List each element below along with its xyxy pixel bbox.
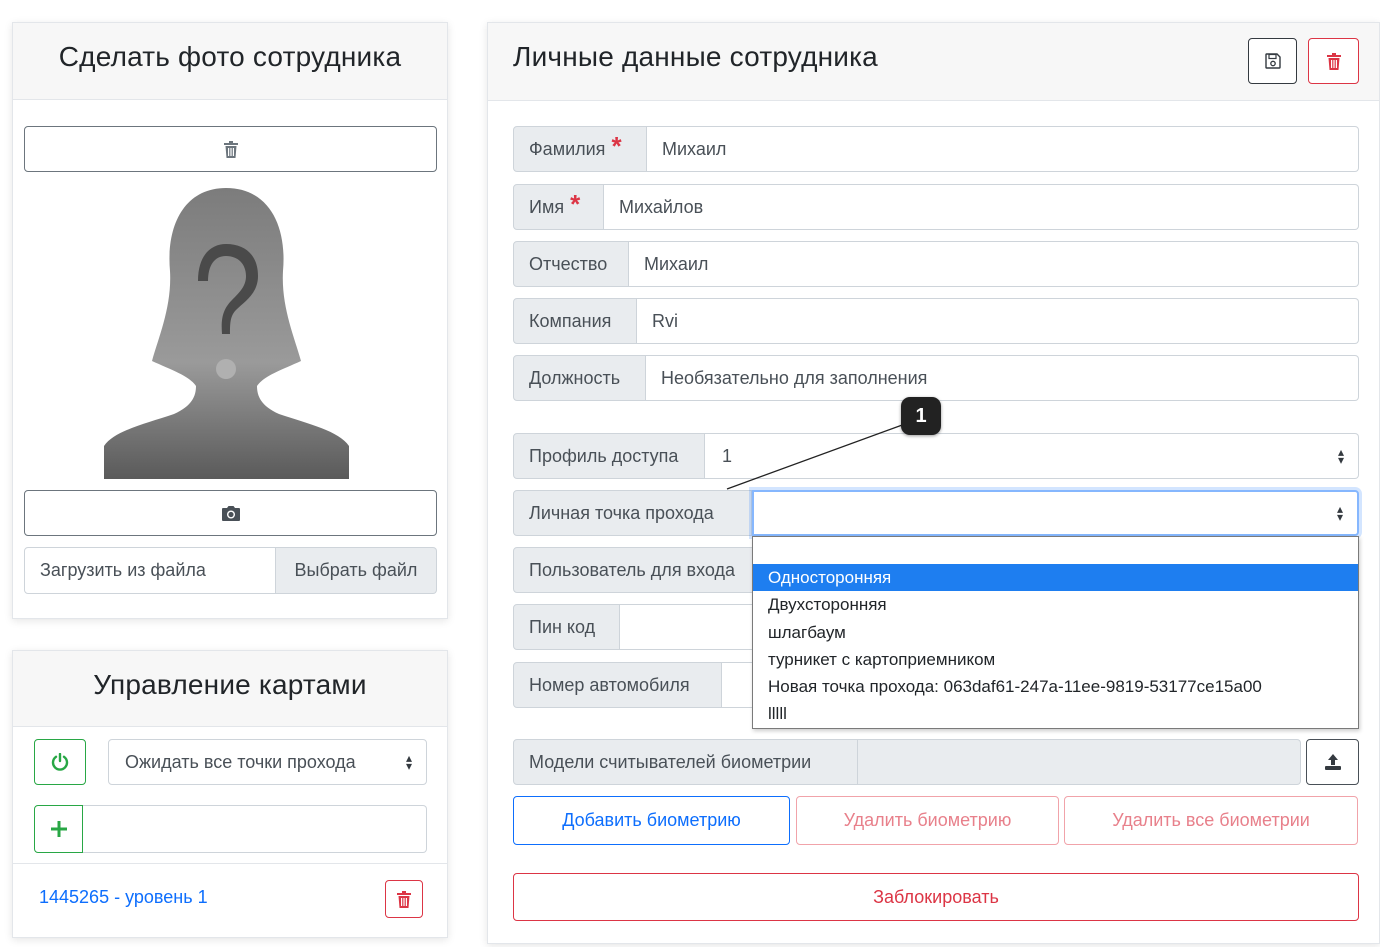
take-photo-button[interactable] (24, 490, 437, 536)
delete-photo-button[interactable] (24, 126, 437, 172)
select-arrows-icon: ▴ ▾ (405, 751, 412, 773)
last-name-group: Фамилия * Михаил (513, 126, 1359, 172)
annotation-badge: 1 (901, 397, 941, 435)
patronymic-value: Михаил (644, 253, 709, 274)
biometric-models-input[interactable] (858, 739, 1301, 785)
trash-icon (1326, 52, 1341, 70)
cards-card-title: Управление картами (93, 669, 367, 700)
company-label: Компания (529, 310, 612, 331)
add-card-button[interactable] (34, 805, 83, 853)
position-input[interactable]: Необязательно для заполнения (646, 355, 1359, 401)
wait-checkpoint-select-value: Ожидать все точки прохода (125, 751, 356, 772)
required-mark: * (570, 189, 581, 219)
file-upload-label[interactable]: Загрузить из файла (24, 547, 276, 594)
personal-checkpoint-group: Личная точка прохода ▴ ▾ (513, 490, 1359, 536)
plus-icon (50, 820, 68, 838)
access-profile-value: 1 (722, 445, 733, 466)
position-group: Должность Необязательно для заполнения (513, 355, 1359, 401)
employee-photo-placeholder (104, 186, 349, 479)
save-icon (1264, 53, 1281, 69)
save-employee-button[interactable] (1248, 38, 1297, 84)
card-number-input[interactable] (83, 805, 427, 853)
add-biometry-button[interactable]: Добавить биометрию (513, 796, 790, 845)
dropdown-option[interactable] (753, 538, 1358, 565)
file-upload-group[interactable]: Загрузить из файла Выбрать файл (24, 547, 437, 594)
company-value: Rvi (652, 310, 678, 331)
access-profile-label: Профиль доступа (529, 445, 679, 466)
dropdown-option[interactable]: Новая точка прохода: 063daf61-247a-11ee-… (753, 673, 1358, 700)
select-arrows-icon: ▴ ▾ (1336, 502, 1343, 524)
photo-card: Сделать фото сотрудника Загрузить из фай… (12, 22, 448, 619)
cards-card: Управление картами Ожидать все точки про… (12, 650, 448, 938)
trash-icon (397, 890, 411, 908)
access-profile-label-box: Профиль доступа (513, 433, 705, 479)
biometric-models-group: Модели считывателей биометрии (513, 739, 1301, 785)
power-button[interactable] (34, 739, 86, 785)
last-name-value: Михаил (662, 138, 727, 159)
car-number-label: Номер автомобиля (529, 674, 690, 695)
first-name-value: Михайлов (619, 196, 704, 217)
employee-card-title: Личные данные сотрудника (513, 41, 878, 72)
photo-card-title: Сделать фото сотрудника (58, 41, 402, 72)
required-mark: * (611, 131, 622, 161)
company-input[interactable]: Rvi (637, 298, 1359, 344)
patronymic-label-box: Отчество (513, 241, 629, 287)
annotation-badge-number: 1 (915, 404, 927, 427)
pin-code-label: Пин код (529, 616, 596, 637)
pin-code-label-box: Пин код (513, 604, 620, 650)
position-label-box: Должность (513, 355, 646, 401)
cards-card-header: Управление картами (13, 651, 447, 727)
last-name-input[interactable]: Михаил (647, 126, 1359, 172)
first-name-label-box: Имя * (513, 184, 604, 230)
personal-checkpoint-label-box: Личная точка прохода (513, 490, 752, 536)
delete-all-biometry-button[interactable]: Удалить все биометрии (1064, 796, 1358, 845)
personal-checkpoint-select[interactable]: ▴ ▾ (752, 490, 1359, 536)
last-name-label: Фамилия (529, 138, 606, 159)
wait-checkpoint-select[interactable]: Ожидать все точки прохода ▴ ▾ (108, 739, 427, 785)
personal-checkpoint-label: Личная точка прохода (529, 502, 714, 523)
camera-icon (221, 505, 240, 521)
delete-employee-button[interactable] (1308, 38, 1359, 84)
company-group: Компания Rvi (513, 298, 1359, 344)
first-name-label: Имя (529, 196, 565, 217)
first-name-input[interactable]: Михайлов (604, 184, 1359, 230)
upload-icon (1324, 753, 1342, 771)
last-name-label-box: Фамилия * (513, 126, 647, 172)
patronymic-label: Отчество (529, 253, 608, 274)
car-number-label-box: Номер автомобиля (513, 662, 722, 708)
position-placeholder: Необязательно для заполнения (661, 367, 928, 388)
photo-card-header: Сделать фото сотрудника (13, 23, 447, 100)
power-icon (51, 753, 69, 771)
biometric-models-label: Модели считывателей биометрии (529, 751, 812, 772)
dropdown-option[interactable]: lllll (753, 700, 1358, 727)
trash-icon (223, 140, 238, 158)
delete-card-button[interactable] (385, 880, 423, 918)
dropdown-option[interactable]: Двухсторонняя (753, 591, 1358, 618)
dropdown-option[interactable]: шлагбаум (753, 619, 1358, 646)
biometric-models-label-box: Модели считывателей биометрии (513, 739, 858, 785)
login-user-label-box: Пользователь для входа (513, 547, 773, 593)
select-arrows-icon: ▴ ▾ (1337, 445, 1344, 467)
patronymic-group: Отчество Михаил (513, 241, 1359, 287)
login-user-label: Пользователь для входа (529, 559, 736, 580)
card-item-link[interactable]: 1445265 - уровень 1 (39, 887, 208, 908)
position-label: Должность (529, 367, 621, 388)
cards-divider (13, 863, 447, 864)
employee-card-header: Личные данные сотрудника (488, 23, 1379, 101)
upload-biometric-button[interactable] (1306, 739, 1359, 785)
access-profile-group: Профиль доступа 1 ▴ ▾ (513, 433, 1359, 479)
checkpoint-dropdown-list[interactable]: Односторонняя Двухсторонняя шлагбаум тур… (752, 536, 1359, 729)
add-card-group[interactable] (34, 805, 427, 853)
dropdown-option[interactable]: Односторонняя (753, 564, 1358, 591)
dropdown-option[interactable]: турникет с картоприемником (753, 646, 1358, 673)
delete-biometry-button[interactable]: Удалить биометрию (796, 796, 1059, 845)
block-button[interactable]: Заблокировать (513, 873, 1359, 921)
company-label-box: Компания (513, 298, 637, 344)
patronymic-input[interactable]: Михаил (629, 241, 1359, 287)
first-name-group: Имя * Михайлов (513, 184, 1359, 230)
choose-file-button[interactable]: Выбрать файл (276, 547, 437, 594)
access-profile-select[interactable]: 1 ▴ ▾ (705, 433, 1359, 479)
